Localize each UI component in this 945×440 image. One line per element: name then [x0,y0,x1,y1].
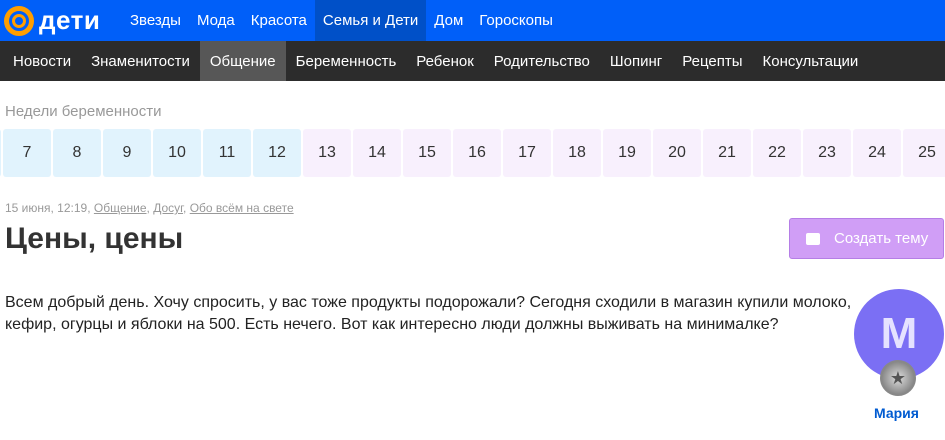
section-nav-item[interactable]: Ребенок [406,41,483,81]
top-nav-item[interactable]: Гороскопы [471,0,561,41]
logo[interactable]: дети [0,0,122,41]
top-nav-item[interactable]: Красота [243,0,315,41]
weeks-label: Недели беременности [5,103,162,120]
section-nav-item[interactable]: Шопинг [600,41,672,81]
tag-link[interactable]: Общение [94,201,147,215]
post-body: Всем добрый день. Хочу спросить, у вас т… [5,294,852,333]
week-tile[interactable]: 11 [203,129,251,177]
week-tile[interactable]: 25 [903,129,945,177]
top-nav-item[interactable]: Звезды [122,0,189,41]
section-nav-item[interactable]: Родительство [484,41,600,81]
weeks-carousel: 678910111213141516171819202122232425 [0,129,945,177]
week-tile[interactable]: 8 [53,129,101,177]
tag-link[interactable]: Досуг [153,201,183,215]
week-tile[interactable]: 12 [253,129,301,177]
week-tile[interactable]: 6 [0,129,1,177]
create-topic-button[interactable]: Создать тему [789,218,944,259]
week-tile[interactable]: 14 [353,129,401,177]
section-nav-item[interactable]: Знаменитости [81,41,200,81]
week-tile[interactable]: 22 [753,129,801,177]
section-nav-item[interactable]: Рецепты [672,41,752,81]
at-logo-icon [4,5,34,36]
post-date: 15 июня, 12:19, [5,201,91,215]
section-nav-item[interactable]: Новости [0,41,81,81]
week-tile[interactable]: 9 [103,129,151,177]
week-tile[interactable]: 15 [403,129,451,177]
week-tile[interactable]: 21 [703,129,751,177]
week-tile[interactable]: 19 [603,129,651,177]
week-tile[interactable]: 17 [503,129,551,177]
tag-link[interactable]: Обо всём на свете [190,201,294,215]
top-nav-item[interactable]: Мода [189,0,243,41]
week-tile[interactable]: 16 [453,129,501,177]
top-bar: дети Звезды Мода Красота Семья и Дети Дом Гор… [0,0,945,41]
week-tile[interactable]: 24 [853,129,901,177]
section-nav-item[interactable]: Беременность [286,41,407,81]
section-nav: Новости Знаменитости Общение Беременность Ре… [0,41,945,81]
week-tile[interactable]: 7 [3,129,51,177]
top-nav-item[interactable]: Семья и Дети [314,0,427,41]
chat-icon [806,227,820,245]
post-meta: 15 июня, 12:19, Общение, Досуг, Обо всём… [5,201,294,215]
create-topic-label: Создать тему [834,230,929,247]
week-tile[interactable]: 20 [653,129,701,177]
week-tile[interactable]: 10 [153,129,201,177]
section-nav-item[interactable]: Общение [199,41,286,81]
top-nav-item[interactable]: Дом [426,0,471,41]
top-nav: Звезды Мода Красота Семья и Дети Дом Гороскоп… [122,0,561,41]
post-title: Цены, цены [5,222,184,255]
week-tile[interactable]: 13 [303,129,351,177]
week-tile[interactable]: 23 [803,129,851,177]
logo-text: дети [39,5,101,35]
week-tile[interactable]: 18 [553,129,601,177]
author-name[interactable]: Мария [874,405,919,421]
medal-icon: ★ [880,360,916,396]
section-nav-item[interactable]: Консультации [752,41,868,81]
